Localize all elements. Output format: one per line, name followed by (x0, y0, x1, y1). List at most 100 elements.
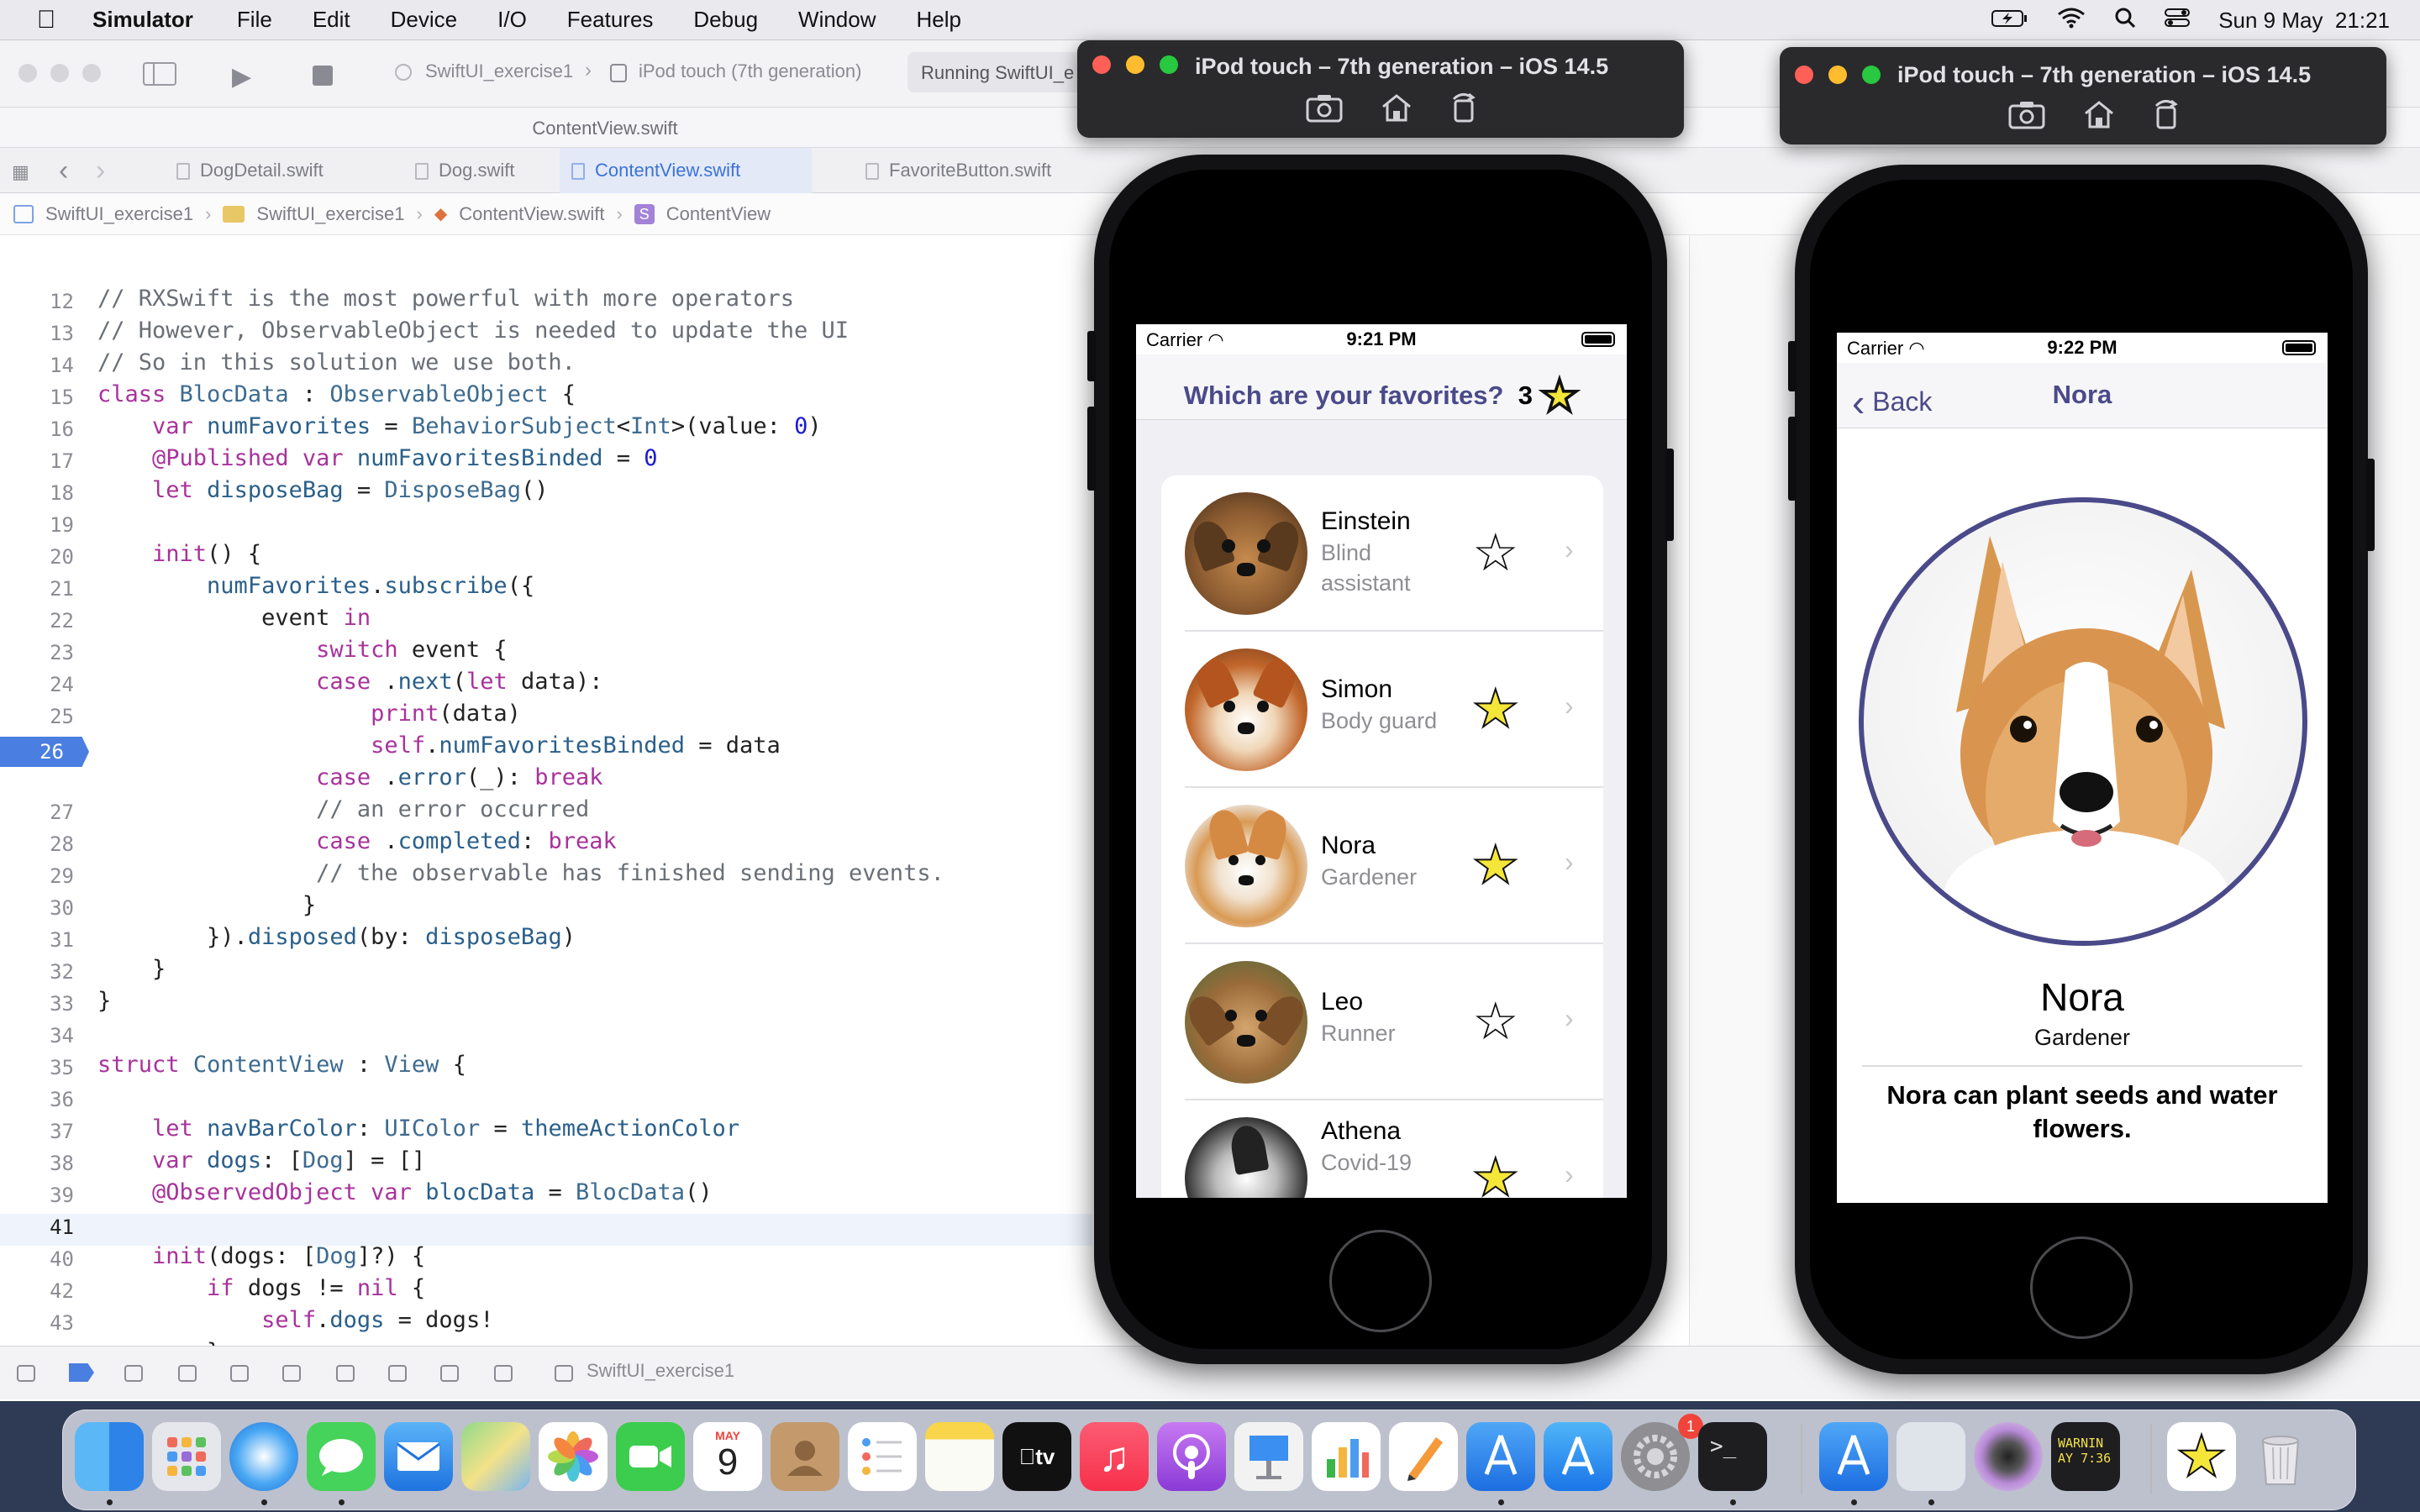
zoom-window-button[interactable] (1862, 66, 1881, 84)
app-store-icon[interactable] (1544, 1422, 1612, 1491)
view-hierarchy-icon[interactable] (336, 1365, 355, 1382)
pause-icon[interactable] (124, 1365, 143, 1382)
home-icon[interactable] (2082, 99, 2116, 137)
menu-io[interactable]: I/O (497, 7, 527, 33)
launchpad-icon[interactable] (152, 1422, 221, 1491)
rotate-icon[interactable] (2153, 99, 2181, 137)
numbers-icon[interactable] (1312, 1422, 1381, 1491)
screenshot-icon[interactable] (2008, 99, 2045, 137)
menu-debug[interactable]: Debug (693, 7, 758, 33)
menu-file[interactable]: File (237, 7, 272, 33)
xcode-app-icon[interactable] (1466, 1422, 1535, 1491)
reminders-icon[interactable] (848, 1422, 917, 1491)
close-window-button[interactable] (18, 64, 37, 82)
star-empty-icon[interactable]: ☆ (1472, 996, 1519, 1048)
breadcrumb-folder[interactable]: SwiftUI_exercise1 (256, 203, 404, 225)
wifi-icon[interactable] (2057, 7, 2086, 34)
list-item[interactable]: Einstein Blind assistant ☆ › (1161, 475, 1603, 632)
location-icon[interactable] (494, 1365, 513, 1382)
pages-icon[interactable] (1389, 1422, 1458, 1491)
home-icon[interactable] (1380, 92, 1413, 130)
menu-device[interactable]: Device (391, 7, 457, 33)
mail-icon[interactable] (384, 1422, 453, 1491)
step-into-icon[interactable] (230, 1365, 249, 1382)
apple-menu-icon[interactable]:  (0, 6, 92, 34)
tab-dog[interactable]: Dog.swift (403, 148, 555, 193)
messages-icon[interactable] (307, 1422, 376, 1491)
xcode-icon[interactable] (1819, 1422, 1888, 1491)
menu-features[interactable]: Features (567, 7, 654, 33)
star-filled-icon[interactable]: ★ (1471, 839, 1520, 893)
back-button[interactable]: ‹ Back (1852, 380, 1932, 425)
menu-window[interactable]: Window (798, 7, 876, 33)
minimize-window-button[interactable] (1126, 55, 1144, 74)
step-over-icon[interactable] (178, 1365, 197, 1382)
screenshot-icon[interactable] (1306, 92, 1343, 130)
podcasts-icon[interactable] (1157, 1422, 1226, 1491)
contacts-icon[interactable] (771, 1422, 839, 1491)
memory-graph-icon[interactable] (388, 1365, 407, 1382)
grid-icon[interactable]: ▦ (12, 161, 29, 183)
close-window-button[interactable] (1795, 66, 1813, 84)
apple-tv-icon[interactable]: tv (1002, 1422, 1071, 1491)
music-icon[interactable]: ♫ (1080, 1422, 1149, 1491)
breadcrumb-project[interactable]: SwiftUI_exercise1 (45, 203, 193, 225)
scheme-selector[interactable]: SwiftUI_exercise1 (425, 60, 573, 82)
stop-button[interactable] (313, 66, 333, 86)
tab-dogdetail[interactable]: DogDetail.swift (165, 148, 366, 193)
search-icon[interactable] (2114, 7, 2136, 34)
code-editor[interactable]: 26 12 13 14 15 16 17 18 19 20 21 22 23 2… (0, 235, 1092, 1367)
simulator-icon[interactable] (1897, 1422, 1965, 1491)
menu-edit[interactable]: Edit (313, 7, 350, 33)
nav-forward-icon[interactable]: › (96, 155, 105, 187)
menu-app-name[interactable]: Simulator (92, 7, 193, 33)
control-center-icon[interactable] (2165, 8, 2191, 34)
tab-contentview[interactable]: ContentView.swift (560, 148, 812, 193)
instruments-icon[interactable] (1974, 1422, 2043, 1491)
nav-back-icon[interactable]: ‹ (59, 155, 68, 187)
star-filled-icon[interactable]: ★ (1471, 1152, 1520, 1199)
tab-favoritebutton[interactable]: FavoriteButton.swift (854, 148, 1106, 193)
keynote-icon[interactable] (1234, 1422, 1303, 1491)
trash-icon[interactable] (2246, 1422, 2315, 1491)
run-button[interactable]: ▶ (232, 62, 251, 92)
breakpoint-marker[interactable]: 26 (0, 737, 89, 767)
home-button[interactable] (1329, 1230, 1432, 1332)
list-item[interactable]: Athena Covid-19 ★ › (1161, 1100, 1603, 1198)
terminal-icon[interactable]: >_ (1698, 1422, 1767, 1491)
close-window-button[interactable] (1092, 55, 1111, 74)
console-icon[interactable]: WARNIN AY 7:36 (2051, 1422, 2120, 1491)
star-document-icon[interactable]: ★ (2167, 1422, 2236, 1491)
zoom-window-button[interactable] (1160, 55, 1178, 74)
finder-icon[interactable] (75, 1422, 144, 1491)
list-item[interactable]: Simon Body guard ★ › (1161, 632, 1603, 788)
star-filled-icon[interactable]: ★ (1471, 683, 1520, 737)
minimize-window-button[interactable] (50, 64, 69, 82)
minimize-window-button[interactable] (1828, 66, 1847, 84)
safari-icon[interactable] (229, 1422, 298, 1491)
environment-icon[interactable] (440, 1365, 459, 1382)
home-button[interactable] (2030, 1236, 2133, 1339)
battery-charging-icon[interactable] (1991, 8, 2028, 34)
zoom-window-button[interactable] (82, 64, 101, 82)
notes-icon[interactable] (925, 1422, 994, 1491)
console-toggle-icon[interactable] (17, 1365, 35, 1382)
star-empty-icon[interactable]: ☆ (1472, 528, 1519, 580)
date-time[interactable]: Sun 9 May 21:21 (2218, 8, 2390, 34)
breadcrumb-symbol[interactable]: ContentView (666, 203, 771, 225)
maps-icon[interactable] (461, 1422, 530, 1491)
rotate-icon[interactable] (1450, 92, 1479, 130)
code-line: // RXSwift is the most powerful with mor… (97, 286, 795, 312)
calendar-icon[interactable]: MAY 9 (693, 1422, 762, 1491)
menu-help[interactable]: Help (917, 7, 961, 33)
list-item[interactable]: Nora Gardener ★ › (1161, 788, 1603, 944)
list-item[interactable]: Leo Runner ☆ › (1161, 944, 1603, 1100)
breakpoints-toggle-icon[interactable] (69, 1363, 94, 1382)
sidebar-toggle-icon[interactable] (143, 62, 176, 86)
destination-selector[interactable]: iPod touch (7th generation) (639, 60, 861, 82)
debug-target: SwiftUI_exercise1 (587, 1360, 735, 1381)
facetime-icon[interactable] (616, 1422, 685, 1491)
photos-icon[interactable] (539, 1422, 608, 1491)
breadcrumb-file[interactable]: ContentView.swift (459, 203, 604, 225)
step-out-icon[interactable] (282, 1365, 301, 1382)
